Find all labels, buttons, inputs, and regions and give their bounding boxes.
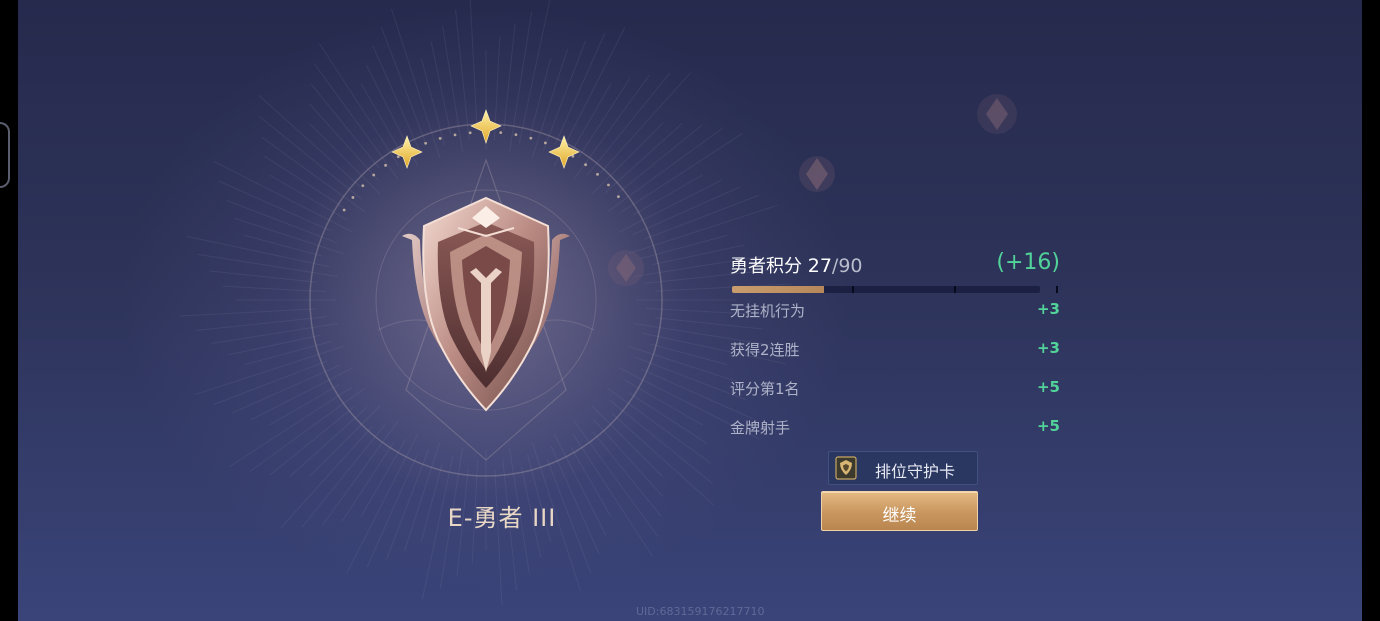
uid-text: UID:683159176217710 [636, 605, 765, 618]
decorative-diamond-icon [799, 156, 835, 192]
arc-dot [396, 155, 400, 159]
bonus-label: 无挂机行为 [730, 302, 806, 320]
device-bezel-left [0, 0, 18, 621]
bonus-row: 无挂机行为 +3 [730, 300, 1060, 339]
rank-emblem-area [18, 0, 1362, 621]
arc-dot [514, 133, 518, 137]
arc-dot [384, 163, 387, 167]
bonus-label: 评分第1名 [730, 380, 800, 398]
score-max: 90 [838, 255, 863, 277]
side-notch [0, 122, 10, 188]
bonus-row: 评分第1名 +5 [730, 378, 1060, 417]
bonus-value: +3 [1036, 300, 1060, 318]
rank-name: E-勇者 III [447, 504, 557, 532]
arc-dot [584, 163, 587, 167]
score-title-row: 勇者积分 27/90 (+16) [730, 248, 1060, 282]
score-progress-bar [732, 286, 1040, 293]
light-ray [280, 426, 373, 528]
bonus-list: 无挂机行为 +3 获得2连胜 +3 评分第1名 +5 金牌射手 +5 [730, 300, 1060, 456]
score-label-group: 勇者积分 27/90 [730, 252, 863, 278]
score-current: 27 [807, 255, 832, 277]
bonus-value: +3 [1036, 339, 1060, 357]
arc-dot [499, 131, 503, 135]
device-bezel-right [1362, 0, 1380, 621]
arc-dot [351, 196, 355, 199]
bonus-label: 获得2连胜 [730, 341, 800, 359]
arc-dot [529, 136, 533, 140]
bonus-row: 获得2连胜 +3 [730, 339, 1060, 378]
light-ray [599, 72, 692, 174]
progress-tick [954, 286, 956, 293]
arc-dot [361, 184, 365, 188]
arc-dot [438, 136, 442, 140]
progress-tick [1056, 286, 1058, 293]
arc-dot [543, 141, 547, 145]
bonus-value: +5 [1036, 378, 1060, 396]
score-progress-fill [732, 286, 825, 293]
bonus-value: +5 [1036, 417, 1060, 435]
guard-card-label: 排位守护卡 [875, 462, 956, 481]
light-ray [258, 94, 360, 187]
arc-dot [607, 183, 610, 187]
arc-dot [453, 133, 457, 137]
rank-guard-card-button[interactable]: 排位守护卡 [828, 451, 978, 485]
continue-button[interactable]: 继续 [821, 491, 978, 531]
arc-dot [596, 172, 599, 176]
progress-tick [852, 286, 854, 293]
decorative-diamond-icon [608, 250, 644, 286]
bonus-label: 金牌射手 [730, 419, 791, 437]
decorative-diamond-icon [977, 94, 1017, 134]
guard-card-icon [835, 456, 857, 480]
light-ray [612, 413, 714, 506]
arc-dot [617, 195, 620, 199]
arc-dot [424, 141, 428, 145]
arc-dot [468, 131, 472, 135]
match-result-screen: E-勇者 III 勇者积分 27/90 (+16) 无挂机行为 +3 获得2连胜… [18, 0, 1362, 621]
arc-dot [342, 208, 346, 212]
score-label: 勇者积分 [730, 256, 802, 277]
score-gain: (+16) [996, 250, 1060, 275]
score-panel: 勇者积分 27/90 (+16) 无挂机行为 +3 获得2连胜 +3 评分第1名… [730, 248, 1060, 437]
arc-dot [372, 173, 376, 177]
continue-label: 继续 [882, 506, 917, 526]
rank-emblem-graphic [180, 0, 1017, 606]
